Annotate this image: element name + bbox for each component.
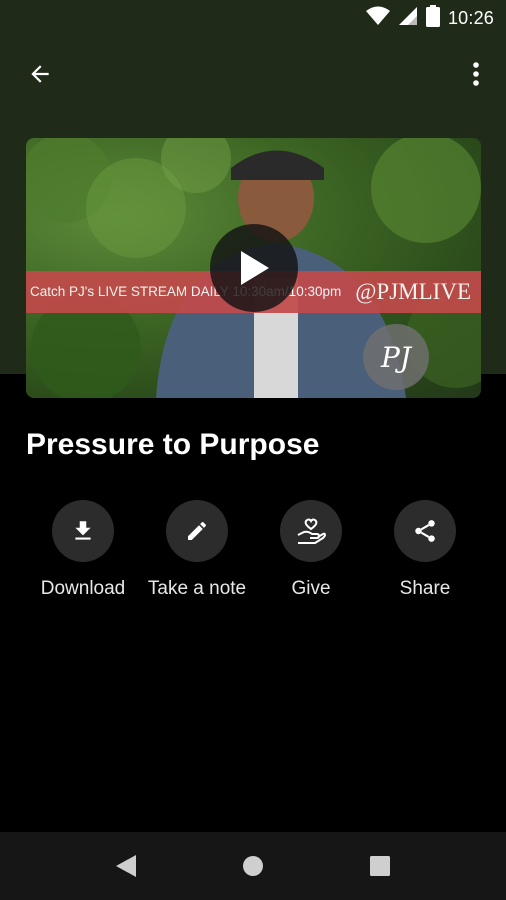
share-label: Share <box>399 578 451 599</box>
nav-recents-button[interactable] <box>360 846 400 886</box>
take-note-label: Take a note <box>147 578 247 599</box>
play-button[interactable] <box>210 224 298 312</box>
arrow-back-icon <box>31 65 49 83</box>
action-row: Download Take a note Give Share <box>0 500 506 610</box>
system-nav-bar <box>0 832 506 900</box>
give-button[interactable] <box>280 500 342 562</box>
nav-recents-icon <box>370 856 390 876</box>
download-action[interactable]: Download <box>18 500 148 600</box>
status-time: 10:26 <box>447 7 494 28</box>
status-bar: 10:26 <box>0 0 506 36</box>
download-label: Download <box>40 578 126 599</box>
pj-logo-text: PJ <box>380 340 412 374</box>
back-button[interactable] <box>20 56 60 92</box>
pj-logo: PJ <box>363 324 429 390</box>
download-button[interactable] <box>52 500 114 562</box>
take-note-button[interactable] <box>166 500 228 562</box>
sermon-title: Pressure to Purpose <box>26 428 320 461</box>
pencil-icon <box>188 521 207 540</box>
wifi-icon <box>365 6 390 31</box>
nav-home-button[interactable] <box>233 846 273 886</box>
signal-icon <box>398 6 418 31</box>
share-action[interactable]: Share <box>360 500 490 600</box>
banner-text: Catch PJ's LIVE STREAM DAILY 10:30am/10:… <box>30 284 342 299</box>
more-vert-icon <box>473 62 479 86</box>
banner-handle: @PJMLIVE <box>355 279 471 304</box>
give-label: Give <box>291 578 331 599</box>
share-button[interactable] <box>394 500 456 562</box>
video-player[interactable]: Catch PJ's LIVE STREAM DAILY 10:30am/10:… <box>26 138 481 398</box>
take-note-action[interactable]: Take a note <box>132 500 262 600</box>
status-icons: 10:26 <box>365 4 494 32</box>
more-options-button[interactable] <box>458 56 494 92</box>
give-action[interactable]: Give <box>246 500 376 600</box>
download-icon <box>75 521 91 540</box>
play-icon <box>241 251 269 285</box>
battery-icon <box>425 4 440 32</box>
nav-home-icon <box>243 856 263 876</box>
give-heart-hand-icon <box>297 518 326 544</box>
nav-back-icon <box>116 855 136 877</box>
nav-back-button[interactable] <box>106 846 146 886</box>
share-icon <box>415 520 435 542</box>
